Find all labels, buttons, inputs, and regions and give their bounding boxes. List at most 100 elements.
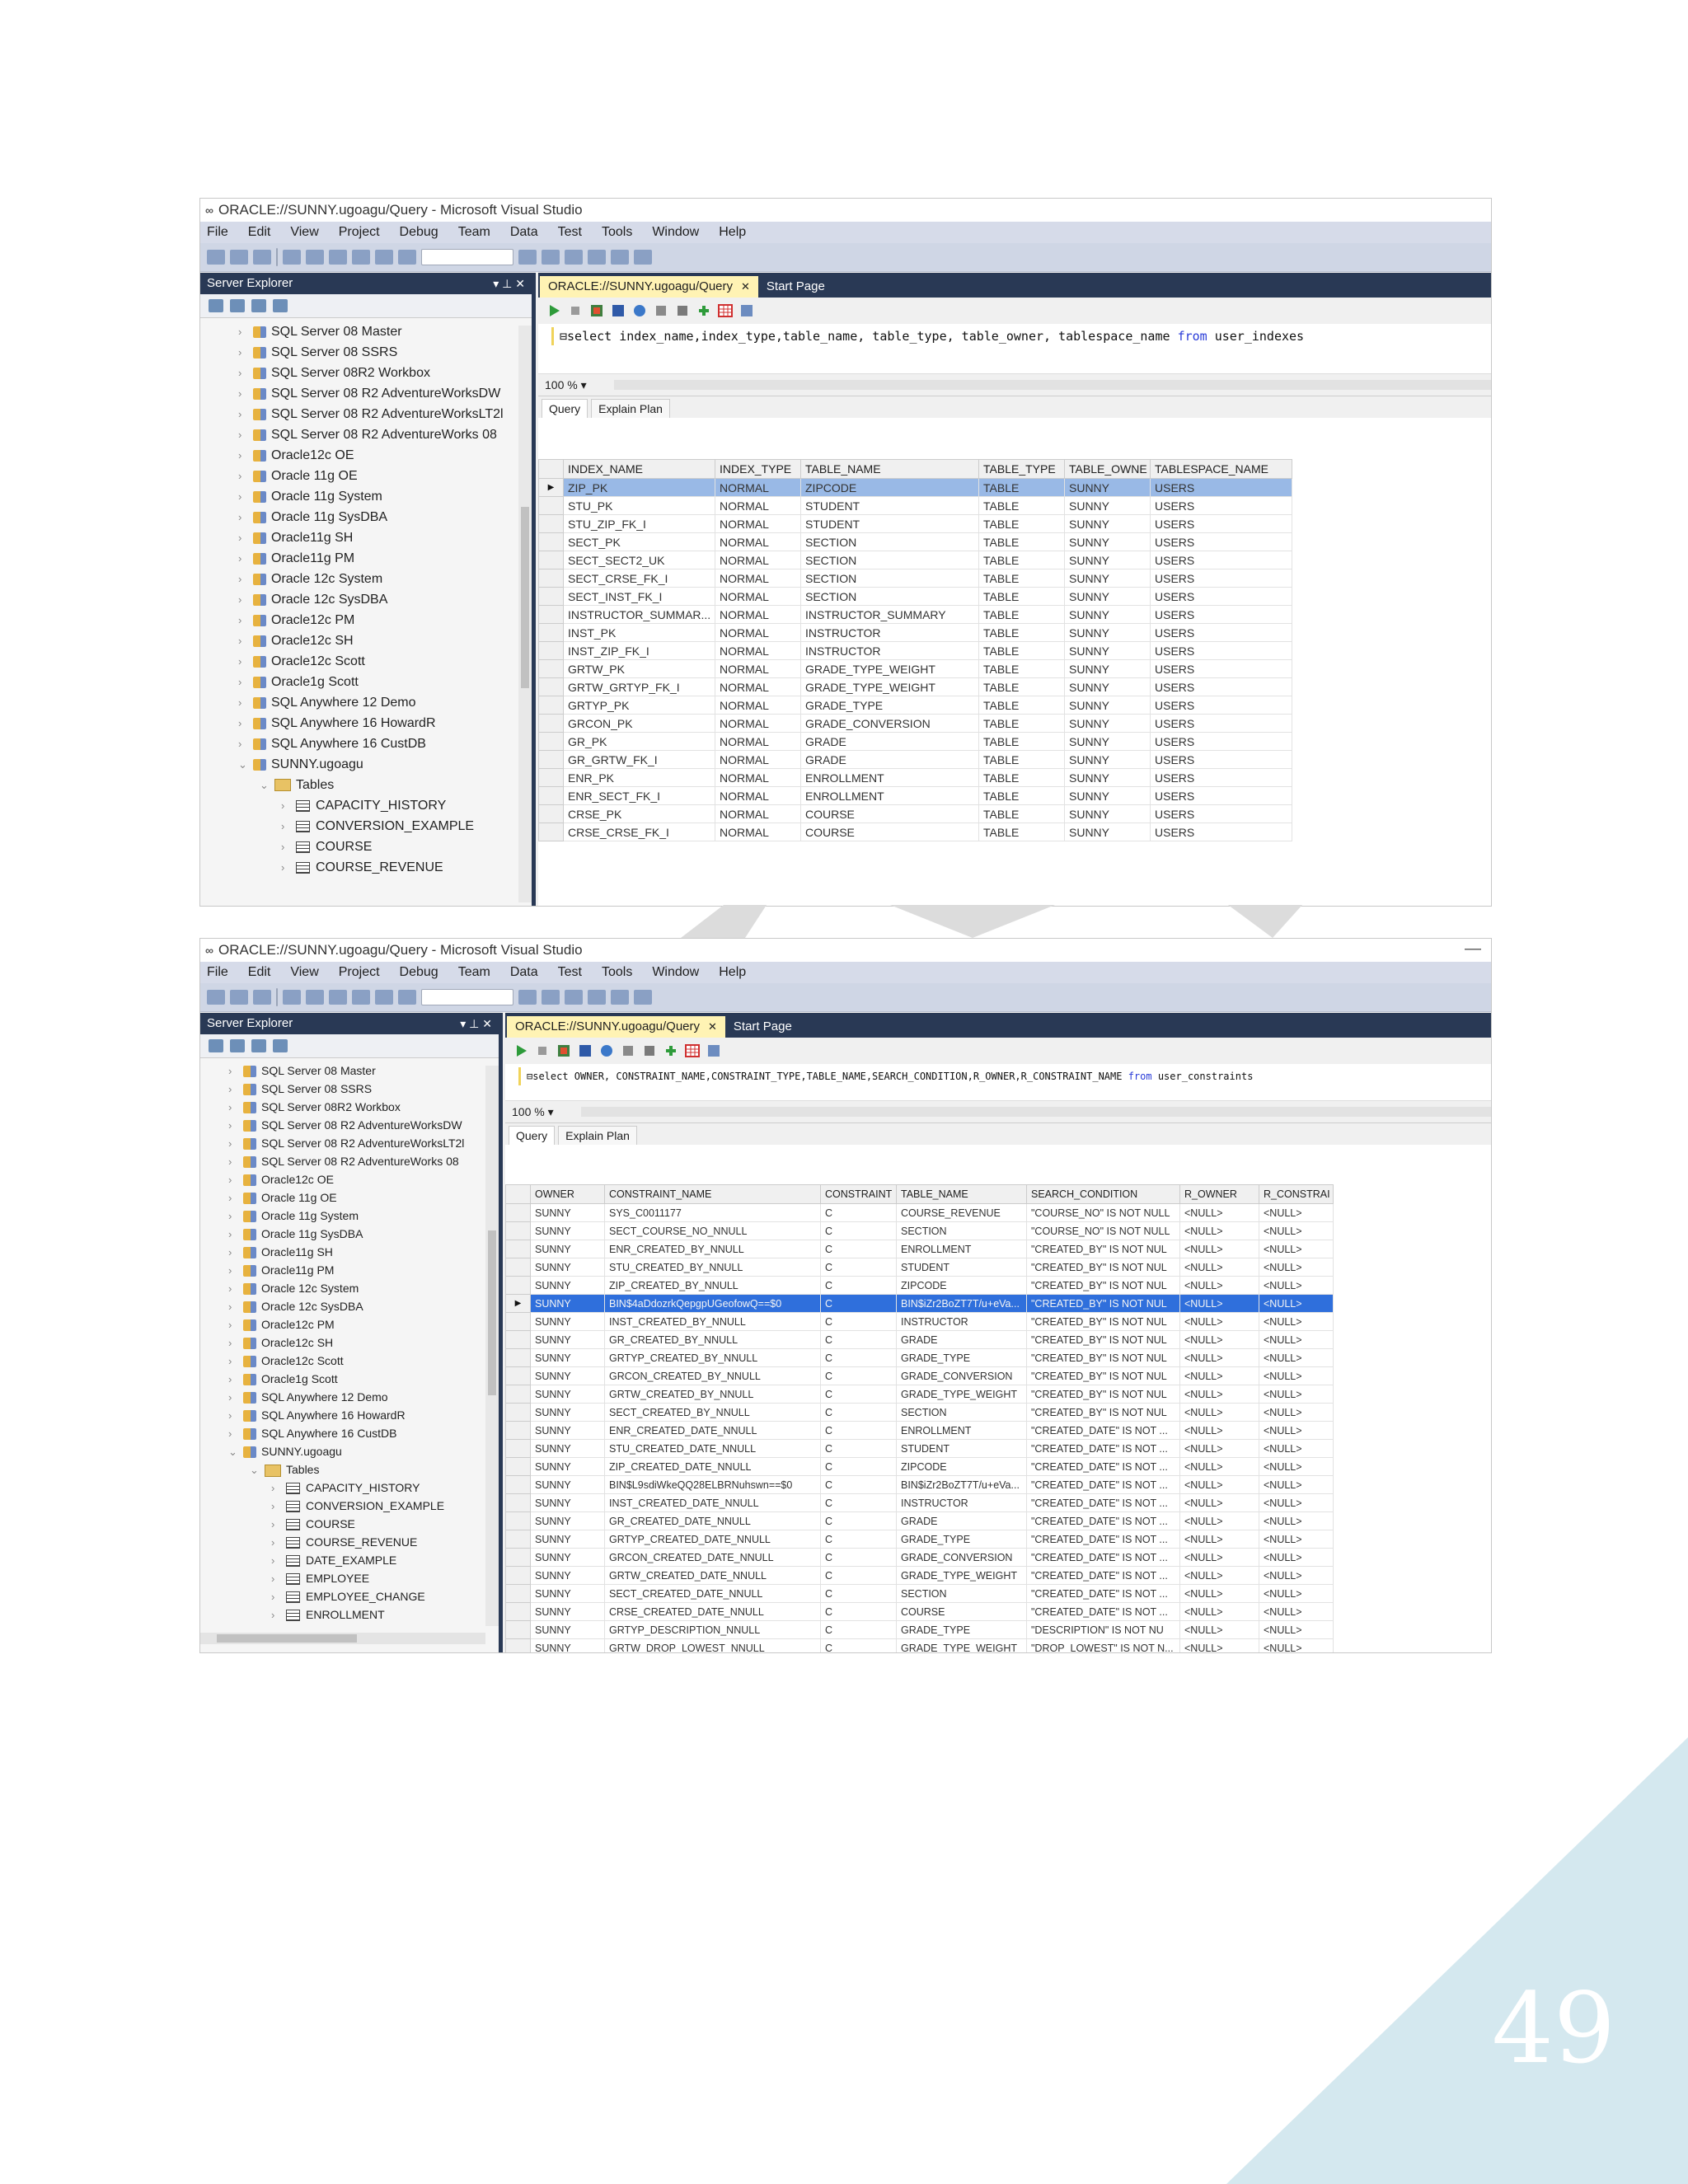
chevron-right-icon[interactable]: › [228,1153,243,1171]
chevron-right-icon[interactable]: › [238,424,253,445]
tree-item[interactable]: › Oracle 12c System [238,569,382,589]
table-cell[interactable]: SUNNY [530,1548,605,1567]
paste-icon[interactable] [329,990,347,1005]
table-cell[interactable]: SUNNY [530,1385,605,1404]
table-cell[interactable]: TABLE [978,514,1065,533]
chevron-right-icon[interactable]: › [238,692,253,713]
tab-query-results[interactable]: Query [542,399,588,418]
chevron-right-icon[interactable]: › [271,1479,286,1497]
table-cell[interactable]: BIN$L9sdiWkeQQ28ELBRNuhswn==$0 [604,1475,821,1494]
table-cell[interactable]: USERS [1150,587,1292,606]
table-cell[interactable]: INST_PK [563,623,715,642]
table-row[interactable]: SUNNY SECT_CREATED_BY_NNULL C SECTION "CREAT… [505,1403,1334,1422]
table-row[interactable]: SUNNY INST_CREATED_DATE_NNULL C INSTRUCTOR "… [505,1493,1334,1512]
tree-item[interactable]: › Oracle 11g System [228,1207,359,1225]
table-cell[interactable]: SUNNY [530,1330,605,1349]
table-cell[interactable]: USERS [1150,786,1292,805]
table-cell[interactable]: STU_PK [563,496,715,515]
table-cell[interactable]: USERS [1150,532,1292,551]
table-row[interactable]: INST_PK NORMAL INSTRUCTOR TABLE SUNNY USERS [538,623,1292,642]
table-row[interactable]: SUNNY GRTW_CREATED_BY_NNULL C GRADE_TYPE_WE… [505,1385,1334,1404]
tree-item[interactable]: › SQL Server 08 R2 AdventureWorksLT2l [238,404,504,424]
table-cell[interactable]: ENROLLMENT [896,1421,1027,1440]
row-header[interactable] [505,1348,531,1367]
table-cell[interactable]: C [820,1602,897,1621]
table-cell[interactable]: SUNNY [1064,532,1151,551]
table-row[interactable]: SUNNY GRTW_DROP_LOWEST_NNULL C GRADE_TYPE_W… [505,1638,1334,1652]
table-cell[interactable]: STUDENT [896,1258,1027,1277]
chevron-right-icon[interactable]: › [228,1244,243,1262]
chevron-right-icon[interactable]: › [228,1226,243,1244]
table-cell[interactable]: <NULL> [1259,1602,1334,1621]
row-header[interactable] [538,804,564,823]
table-cell[interactable]: C [820,1584,897,1603]
row-header[interactable] [538,551,564,569]
table-cell[interactable]: SUNNY [1064,677,1151,696]
tree-item[interactable]: › Oracle 11g OE [238,466,358,486]
table-cell[interactable]: CRSE_CRSE_FK_I [563,823,715,841]
properties-icon[interactable] [565,990,583,1005]
chevron-right-icon[interactable]: › [238,548,253,569]
table-cell[interactable]: ENR_CREATED_DATE_NNULL [604,1421,821,1440]
table-cell[interactable]: TABLE [978,641,1065,660]
table-cell[interactable]: ZIPCODE [896,1457,1027,1476]
table-cell[interactable]: C [820,1366,897,1385]
table-cell[interactable]: NORMAL [715,714,801,733]
table-cell[interactable]: C [820,1240,897,1258]
row-header[interactable] [538,587,564,606]
table-cell[interactable]: NORMAL [715,750,801,769]
table-cell[interactable]: SUNNY [530,1221,605,1240]
chevron-right-icon[interactable]: › [228,1371,243,1389]
solution-explorer-icon[interactable] [542,250,560,265]
table-cell[interactable]: GRADE_TYPE [800,696,979,715]
tree-item[interactable]: › Oracle12c SH [228,1333,333,1352]
chevron-down-icon[interactable]: ⌄ [228,1443,243,1461]
table-cell[interactable]: <NULL> [1179,1312,1259,1331]
row-header[interactable] [538,605,564,624]
table-cell[interactable]: STU_CREATED_BY_NNULL [604,1258,821,1277]
table-row[interactable]: GR_PK NORMAL GRADE TABLE SUNNY USERS [538,732,1292,751]
row-header[interactable] [505,1312,531,1331]
column-header[interactable]: INDEX_NAME [563,459,715,479]
chevron-down-icon[interactable]: ⌄ [260,775,274,795]
tree-item[interactable]: › Oracle 11g SysDBA [228,1225,363,1243]
table-cell[interactable]: INST_ZIP_FK_I [563,641,715,660]
tree-item[interactable]: › Oracle 12c SysDBA [228,1297,363,1315]
menu-item-edit[interactable]: Edit [248,225,271,239]
table-cell[interactable]: "CREATED_DATE" IS NOT ... [1026,1475,1180,1494]
column-header[interactable]: CONSTRAINT [820,1184,897,1204]
table-row[interactable]: STU_PK NORMAL STUDENT TABLE SUNNY USERS [538,496,1292,515]
table-cell[interactable]: NORMAL [715,823,801,841]
find-icon[interactable] [518,990,537,1005]
chevron-right-icon[interactable]: › [238,651,253,672]
table-row[interactable]: SUNNY GRCON_CREATED_BY_NNULL C GRADE_CONVER… [505,1366,1334,1385]
row-header[interactable] [505,1584,531,1603]
editor-hscrollbar[interactable] [581,1107,1491,1117]
table-cell[interactable]: C [820,1294,897,1313]
tree-item[interactable]: › Oracle12c Scott [228,1352,344,1370]
table-cell[interactable]: NORMAL [715,605,801,624]
table-cell[interactable]: <NULL> [1179,1457,1259,1476]
connect-server-icon[interactable] [273,1039,288,1052]
table-cell[interactable]: <NULL> [1179,1511,1259,1530]
table-row[interactable]: GRCON_PK NORMAL GRADE_CONVERSION TABLE SUNNY… [538,714,1292,733]
copy-icon[interactable] [306,250,324,265]
row-header[interactable] [538,641,564,660]
table-cell[interactable]: C [820,1439,897,1458]
chevron-right-icon[interactable]: › [271,1570,286,1588]
table-cell[interactable]: GRADE_TYPE_WEIGHT [896,1385,1027,1404]
table-row[interactable]: SUNNY STU_CREATED_DATE_NNULL C STUDENT "CREA… [505,1439,1334,1458]
table-cell[interactable]: C [820,1258,897,1277]
tree-item[interactable]: ⌄ Tables [260,775,334,795]
chevron-right-icon[interactable]: › [238,486,253,507]
table-cell[interactable]: <NULL> [1259,1439,1334,1458]
table-cell[interactable]: GR_PK [563,732,715,751]
refresh-icon[interactable] [209,1039,223,1052]
menu-item-file[interactable]: File [207,965,228,979]
column-header[interactable]: R_OWNER [1179,1184,1259,1204]
table-cell[interactable]: TABLE [978,696,1065,715]
row-header[interactable] [505,1602,531,1621]
table-cell[interactable]: GRADE_CONVERSION [800,714,979,733]
tree-item[interactable]: › EMPLOYEE_CHANGE [271,1587,425,1605]
table-cell[interactable]: "CREATED_DATE" IS NOT ... [1026,1493,1180,1512]
